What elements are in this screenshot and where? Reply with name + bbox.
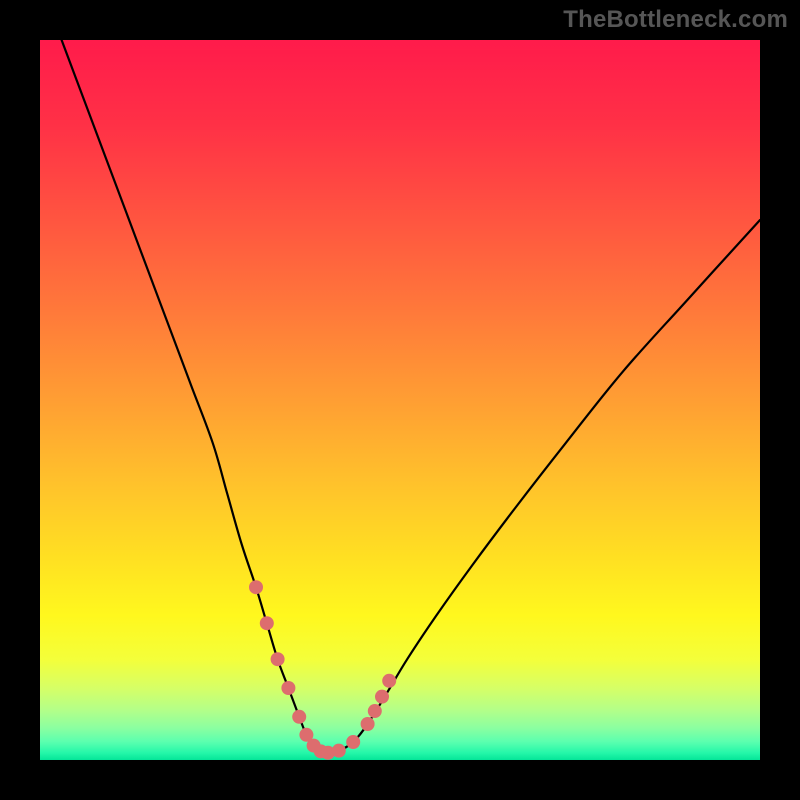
marker-point: [281, 681, 295, 695]
marker-point: [375, 690, 389, 704]
plot-area: [40, 40, 760, 760]
chart-canvas: [40, 40, 760, 760]
watermark-text: TheBottleneck.com: [563, 6, 788, 34]
marker-point: [346, 735, 360, 749]
marker-point: [382, 674, 396, 688]
marker-point: [249, 580, 263, 594]
marker-point: [260, 616, 274, 630]
marker-group: [249, 580, 396, 760]
marker-point: [271, 652, 285, 666]
marker-point: [292, 710, 306, 724]
outer-frame: TheBottleneck.com: [0, 0, 800, 800]
marker-point: [332, 744, 346, 758]
marker-point: [361, 717, 375, 731]
marker-point: [368, 704, 382, 718]
bottleneck-curve: [62, 40, 760, 753]
